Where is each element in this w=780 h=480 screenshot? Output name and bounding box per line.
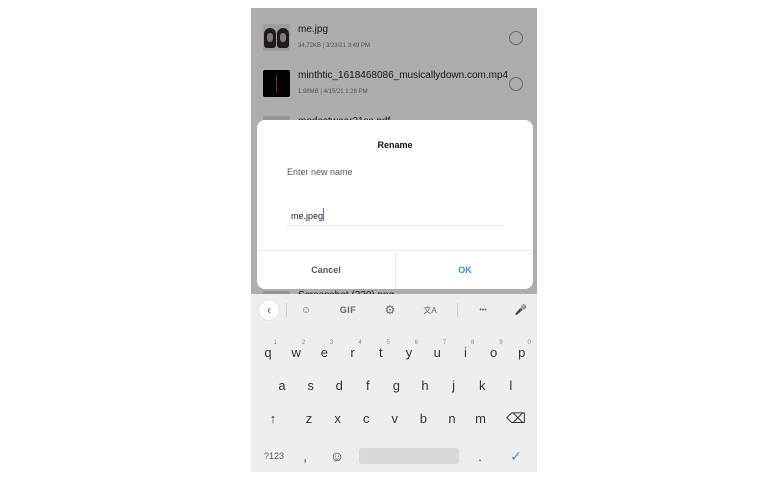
- cancel-button[interactable]: Cancel: [257, 251, 395, 289]
- key-w[interactable]: w2: [283, 340, 309, 364]
- key-r[interactable]: r4: [340, 340, 366, 364]
- key-c[interactable]: c: [353, 406, 379, 430]
- gif-button[interactable]: GIF: [335, 301, 361, 319]
- key-k[interactable]: k: [469, 373, 495, 397]
- enter-checkmark-icon[interactable]: ✓: [503, 444, 529, 468]
- key-i[interactable]: i8: [452, 340, 478, 364]
- more-options-icon[interactable]: •••: [471, 301, 495, 319]
- rename-dialog: Rename Enter new name me.jpeg Cancel OK: [257, 120, 533, 289]
- key-z[interactable]: z: [296, 406, 322, 430]
- key-d[interactable]: d: [326, 373, 352, 397]
- toolbar-divider: [286, 303, 287, 317]
- toolbar-divider: [457, 303, 458, 317]
- key-letter: w: [291, 344, 301, 360]
- key-hint: 5: [386, 340, 390, 346]
- key-letter: i: [463, 344, 467, 360]
- key-hint: 8: [471, 340, 475, 346]
- backspace-icon[interactable]: ⌫: [501, 406, 531, 430]
- key-letter: y: [405, 344, 413, 360]
- key-a[interactable]: a: [269, 373, 295, 397]
- translate-icon[interactable]: 文A: [419, 301, 441, 319]
- soft-keyboard: ‹ ☺ GIF ⚙ 文A ••• 🎤 q1w2e3r4t5y6u7i8o9p0 …: [251, 294, 537, 472]
- key-f[interactable]: f: [355, 373, 381, 397]
- dialog-title: Rename: [377, 140, 413, 150]
- comma-key[interactable]: ,: [295, 444, 315, 468]
- key-t[interactable]: t5: [368, 340, 394, 364]
- key-e[interactable]: e3: [311, 340, 337, 364]
- key-g[interactable]: g: [383, 373, 409, 397]
- keyboard-toolbar: ‹ ☺ GIF ⚙ 文A ••• 🎤: [251, 294, 537, 326]
- key-v[interactable]: v: [382, 406, 408, 430]
- space-key[interactable]: [359, 448, 459, 464]
- new-name-value: me.jpeg: [291, 211, 324, 221]
- microphone-icon[interactable]: 🎤: [513, 301, 529, 319]
- key-hint: 4: [358, 340, 362, 346]
- emoji-icon[interactable]: ☺: [325, 444, 349, 468]
- key-hint: 1: [273, 340, 277, 346]
- key-letter: r: [350, 344, 355, 360]
- key-letter: p: [518, 344, 526, 360]
- key-hint: 7: [442, 340, 447, 346]
- settings-icon[interactable]: ⚙: [381, 301, 399, 319]
- key-letter: t: [378, 344, 383, 360]
- dialog-prompt: Enter new name: [287, 167, 353, 177]
- text-caret: [323, 208, 324, 221]
- key-s[interactable]: s: [298, 373, 324, 397]
- key-o[interactable]: o9: [481, 340, 507, 364]
- numbers-key[interactable]: ?123: [257, 444, 291, 468]
- sticker-icon[interactable]: ☺: [297, 301, 315, 319]
- key-u[interactable]: u7: [424, 340, 450, 364]
- key-h[interactable]: h: [412, 373, 438, 397]
- key-hint: 9: [499, 340, 503, 346]
- key-n[interactable]: n: [439, 406, 465, 430]
- key-l[interactable]: l: [498, 373, 524, 397]
- key-j[interactable]: j: [441, 373, 467, 397]
- phone-screen: me.jpg 34.72KB | 3/23/21 3:49 PM minthti…: [251, 8, 537, 472]
- period-key[interactable]: .: [467, 444, 493, 468]
- key-m[interactable]: m: [468, 406, 494, 430]
- key-hint: 0: [527, 340, 531, 346]
- key-letter: e: [320, 344, 328, 360]
- key-hint: 3: [330, 340, 334, 346]
- key-p[interactable]: p0: [509, 340, 535, 364]
- key-letter: q: [264, 344, 272, 360]
- key-b[interactable]: b: [410, 406, 436, 430]
- key-letter: o: [489, 344, 498, 360]
- back-chevron-icon[interactable]: ‹: [259, 300, 279, 320]
- key-letter: u: [433, 344, 441, 360]
- ok-button[interactable]: OK: [396, 251, 534, 289]
- key-hint: 2: [301, 340, 306, 346]
- key-q[interactable]: q1: [255, 340, 281, 364]
- key-x[interactable]: x: [325, 406, 351, 430]
- key-hint: 6: [414, 340, 418, 346]
- shift-icon[interactable]: ↑: [259, 406, 287, 430]
- key-y[interactable]: y6: [396, 340, 422, 364]
